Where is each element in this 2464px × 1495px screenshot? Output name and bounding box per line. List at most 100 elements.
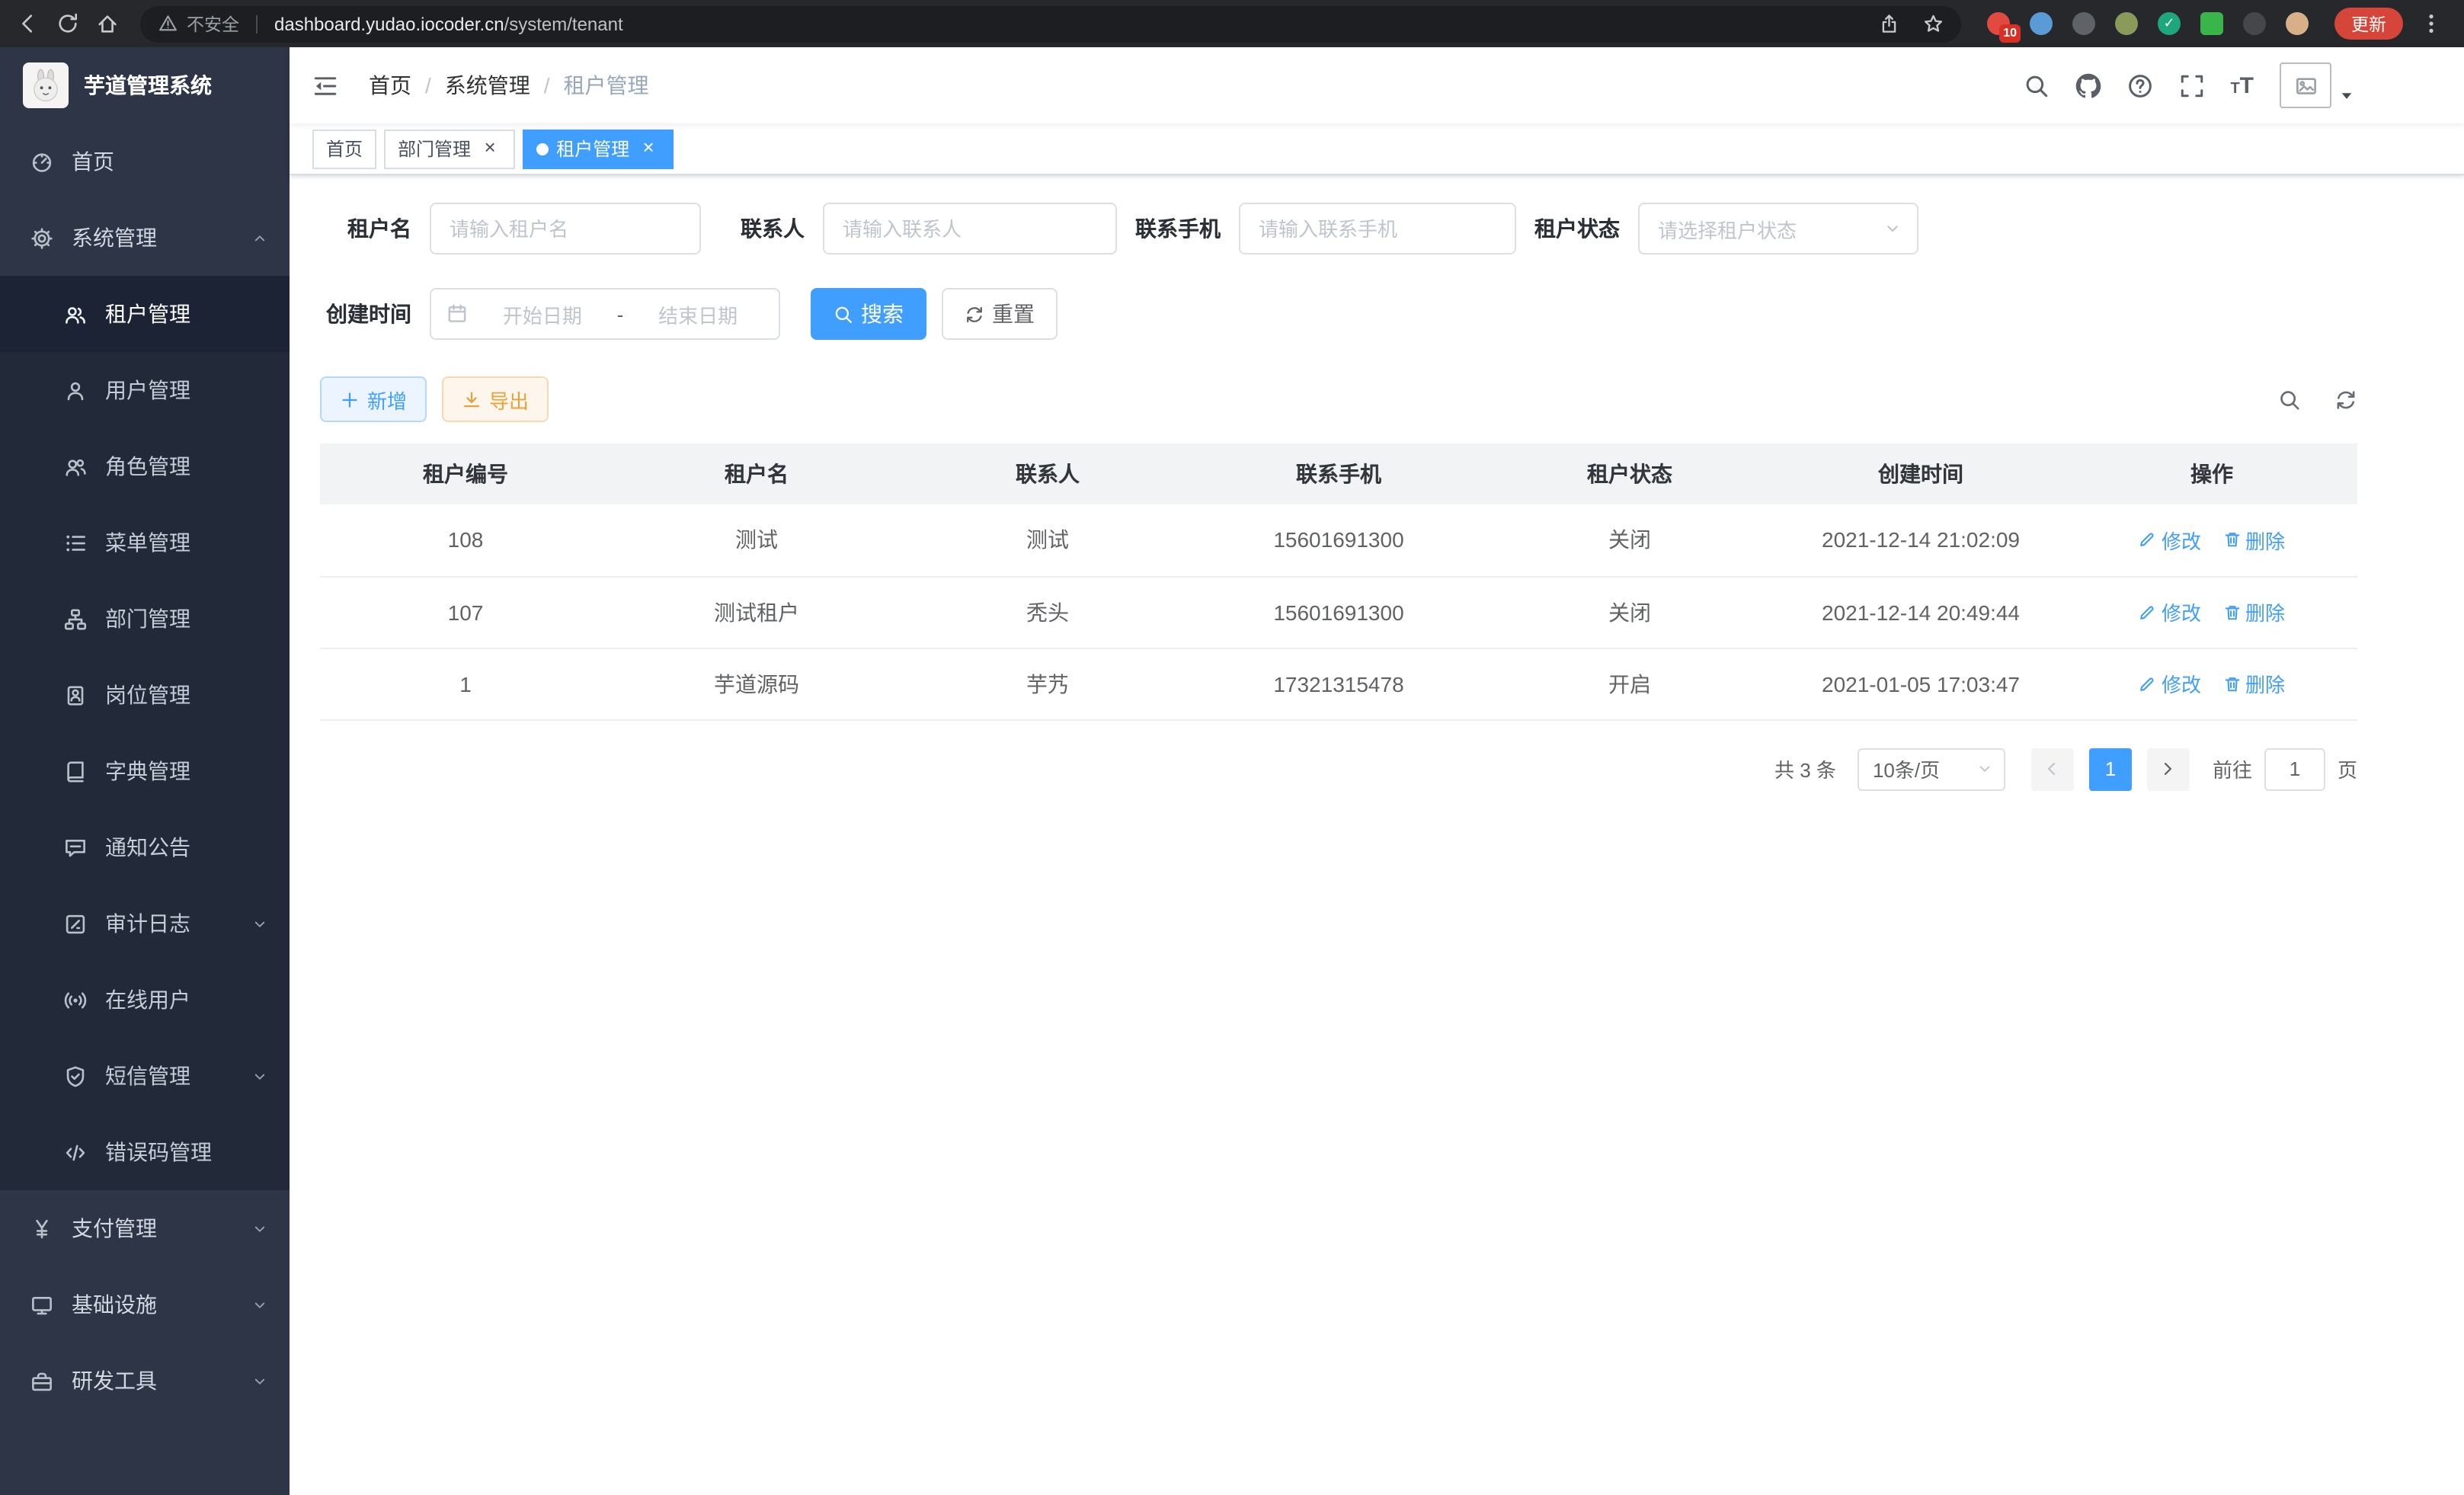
total-count: 共 3 条 <box>1774 754 1836 783</box>
breadcrumb-item[interactable]: 首页 <box>369 70 411 101</box>
breadcrumb-item[interactable]: 系统管理 <box>445 70 530 101</box>
users-icon <box>64 303 87 325</box>
edit-icon <box>2139 674 2157 693</box>
browser-update-button[interactable]: 更新 <box>2334 8 2403 40</box>
delete-link[interactable]: 删除 <box>2222 597 2285 626</box>
add-button[interactable]: 新增 <box>320 376 427 422</box>
table-row: 107测试租户秃头15601691300关闭2021-12-14 20:49:4… <box>320 576 2357 648</box>
phone-label: 联系手机 <box>1129 213 1239 244</box>
next-page-button[interactable] <box>2147 748 2190 790</box>
chevron-down-icon <box>251 1068 268 1084</box>
sidebar-item-dept[interactable]: 部门管理 <box>0 581 290 657</box>
help-icon[interactable] <box>2126 72 2152 98</box>
column-header: 租户编号 <box>320 443 611 504</box>
sidebar-item-post[interactable]: 岗位管理 <box>0 657 290 733</box>
extension-badge: 10 <box>1999 24 2021 43</box>
table-refresh-icon[interactable] <box>2334 388 2357 411</box>
share-icon[interactable] <box>1879 14 1899 34</box>
edit-link[interactable]: 修改 <box>2139 597 2201 626</box>
sidebar-item-notice[interactable]: 通知公告 <box>0 809 290 885</box>
chevron-down-icon <box>251 915 268 932</box>
sidebar-item-label: 基础设施 <box>72 1289 233 1320</box>
security-label[interactable]: 不安全 <box>187 11 239 36</box>
extension-dark-gray-icon[interactable] <box>2072 12 2095 35</box>
browser-menu-icon[interactable] <box>2412 5 2449 42</box>
browser-home-button[interactable] <box>88 5 125 42</box>
arrow-left-icon <box>2043 759 2062 779</box>
edit-link[interactable]: 修改 <box>2139 669 2201 698</box>
trash-icon <box>2222 603 2241 621</box>
phone-input[interactable] <box>1239 203 1516 255</box>
sidebar-item-online-user[interactable]: 在线用户 <box>0 962 290 1038</box>
extension-blue-icon[interactable] <box>2030 12 2053 35</box>
tab-home[interactable]: 首页 <box>312 129 376 168</box>
sidebar-item-error-code[interactable]: 错误码管理 <box>0 1114 290 1190</box>
plus-icon <box>340 389 360 409</box>
search-button[interactable]: 搜索 <box>811 288 926 340</box>
tab-close-icon[interactable]: × <box>637 137 660 160</box>
goto-page-input[interactable] <box>2264 748 2325 790</box>
header-search-icon[interactable] <box>2023 72 2049 98</box>
fullscreen-icon[interactable] <box>2178 72 2204 98</box>
toggle-search-icon[interactable] <box>2278 388 2301 411</box>
delete-link[interactable]: 删除 <box>2222 669 2285 698</box>
browser-back-button[interactable] <box>9 5 46 42</box>
tenant-name-input[interactable] <box>430 203 701 255</box>
date-separator: - <box>617 303 624 325</box>
sidebar-item-infra[interactable]: 基础设施 <box>0 1266 290 1343</box>
sidebar-toggle-button[interactable] <box>290 47 360 123</box>
top-navbar: 首页/系统管理/租户管理 TT <box>290 47 2464 123</box>
tenant-table: 租户编号租户名联系人联系手机租户状态创建时间操作 108测试测试15601691… <box>320 443 2357 720</box>
sidebar-item-user[interactable]: 用户管理 <box>0 352 290 428</box>
tab-label: 首页 <box>326 136 363 162</box>
url-path: /system/tenant <box>504 13 623 34</box>
cell-created: 2021-12-14 20:49:44 <box>1775 576 2066 648</box>
prev-page-button[interactable] <box>2031 748 2074 790</box>
tab-label: 部门管理 <box>398 136 471 162</box>
page-size-value: 10条/页 <box>1873 754 1940 783</box>
tab-dept[interactable]: 部门管理 × <box>384 129 515 168</box>
sidebar-item-tenant[interactable]: 租户管理 <box>0 276 290 352</box>
browser-reload-button[interactable] <box>49 5 85 42</box>
tab-close-icon[interactable]: × <box>478 137 501 160</box>
extension-tan-icon[interactable] <box>2286 12 2309 35</box>
sidebar-item-dev-tool[interactable]: 研发工具 <box>0 1343 290 1419</box>
sidebar-item-label: 菜单管理 <box>105 527 268 558</box>
cell-name: 测试 <box>611 504 902 576</box>
export-button[interactable]: 导出 <box>442 376 549 422</box>
sidebar-item-role[interactable]: 角色管理 <box>0 428 290 504</box>
sidebar-item-sms[interactable]: 短信管理 <box>0 1038 290 1114</box>
sidebar-item-label: 通知公告 <box>105 832 268 863</box>
github-icon[interactable] <box>2075 72 2101 98</box>
trash-icon <box>2222 674 2241 693</box>
sidebar-item-audit-log[interactable]: 审计日志 <box>0 885 290 962</box>
address-bar[interactable]: 不安全 dashboard.yudao.iocoder.cn/system/te… <box>140 5 1961 42</box>
sidebar-item-menu[interactable]: 菜单管理 <box>0 504 290 581</box>
edit-link[interactable]: 修改 <box>2139 526 2201 555</box>
sidebar-item-dict[interactable]: 字典管理 <box>0 733 290 809</box>
extension-green-icon[interactable] <box>2200 12 2223 35</box>
extension-red-icon[interactable]: 10 <box>1987 12 2010 35</box>
sidebar-item-pay[interactable]: 支付管理 <box>0 1190 290 1266</box>
app-logo[interactable]: 芋道管理系统 <box>0 47 290 123</box>
user-avatar-menu[interactable] <box>2280 62 2354 108</box>
create-time-range-picker[interactable]: 开始日期 - 结束日期 <box>430 288 780 340</box>
delete-link[interactable]: 删除 <box>2222 526 2285 555</box>
tenant-status-select[interactable]: 请选择租户状态 <box>1638 203 1918 255</box>
sidebar-item-system[interactable]: 系统管理 <box>0 200 290 276</box>
logo-image <box>23 62 69 108</box>
extension-green-check-icon[interactable]: ✓ <box>2158 12 2181 35</box>
contact-input[interactable] <box>823 203 1117 255</box>
extension-olive-icon[interactable] <box>2115 12 2138 35</box>
font-size-icon[interactable]: TT <box>2230 72 2254 98</box>
extension-black-icon[interactable] <box>2243 12 2266 35</box>
reset-button[interactable]: 重置 <box>942 288 1058 340</box>
column-header: 创建时间 <box>1775 443 2066 504</box>
page-size-select[interactable]: 10条/页 <box>1858 748 2005 790</box>
sidebar-item-home[interactable]: 首页 <box>0 123 290 200</box>
bookmark-star-icon[interactable] <box>1922 14 1943 34</box>
sidebar-item-label: 岗位管理 <box>105 680 268 710</box>
page-number-1[interactable]: 1 <box>2089 748 2132 790</box>
page-content: 租户名 联系人 联系手机 租户状态 <box>290 175 2464 1495</box>
tab-tenant[interactable]: 租户管理× <box>523 129 674 168</box>
